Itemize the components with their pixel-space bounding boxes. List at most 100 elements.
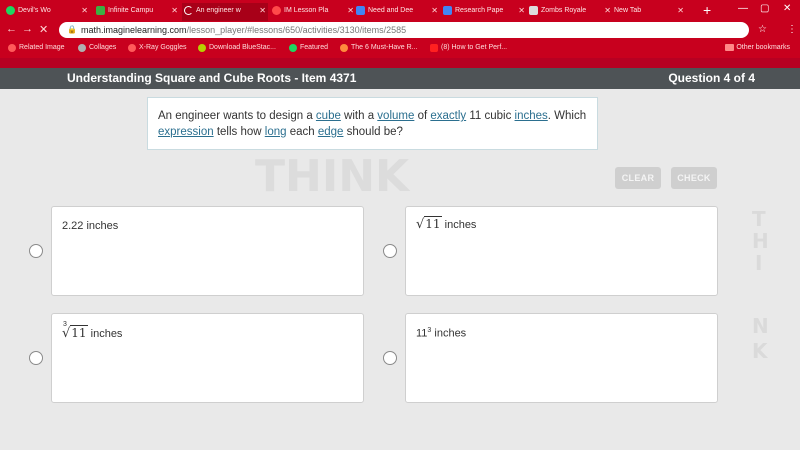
choice-a-unit: inches [83,220,119,232]
tab-label: IM Lesson Pla [284,7,329,14]
other-bookmarks-label: Other bookmarks [736,44,790,51]
minimize-icon[interactable]: — [738,3,748,14]
close-icon[interactable]: ✕ [677,6,684,15]
close-icon[interactable]: ✕ [347,6,354,15]
bookmark-icon [8,44,16,52]
choice-d-radio[interactable] [383,351,397,365]
zombs-icon [529,6,538,15]
browser-tab[interactable]: Research Pape ✕ [441,3,527,21]
browser-tab-active[interactable]: An engineer w ✕ [182,3,268,21]
vocab-link-volume[interactable]: volume [377,110,414,122]
prompt-text: each [286,126,318,138]
close-icon[interactable]: ✕ [518,6,525,15]
tab-label: An engineer w [196,7,241,14]
reload-icon[interactable]: ✕ [39,23,48,36]
maximize-icon[interactable]: ▢ [760,3,769,14]
prompt-text: of [414,110,431,122]
youtube-icon [430,44,438,52]
lesson-content: THINK T H I N K An engineer wants to des… [0,89,800,450]
bookmark-icon [78,44,86,52]
close-icon[interactable]: ✕ [259,6,266,15]
question-counter: Question 4 of 4 [668,71,755,85]
close-icon[interactable]: ✕ [171,6,178,15]
background-word: THINK [255,151,410,202]
campus-icon [96,6,105,15]
spotify-icon [6,6,15,15]
forward-icon[interactable]: → [22,23,33,35]
browser-tab[interactable]: Devil's Wo ✕ [4,3,90,21]
vocab-link-expression[interactable]: expression [158,126,214,138]
loading-icon [184,6,193,15]
close-window-icon[interactable]: ✕ [783,3,791,14]
prompt-text: 11 cubic [466,110,515,122]
bookmark-item[interactable]: The 6 Must-Have R... [340,44,418,52]
lesson-icon [272,6,281,15]
answer-choice-d[interactable]: 113 inches [405,313,718,403]
prompt-text: with a [340,110,378,122]
vocab-link-cube[interactable]: cube [316,110,341,122]
choice-d-unit: inches [431,327,467,340]
tab-label: New Tab [614,7,642,14]
choice-c-radicand: 11 [70,325,88,340]
bookmark-label: Related Image [19,44,65,51]
bookmark-icon [340,44,348,52]
new-tab-icon[interactable]: + [703,2,711,18]
bookmark-star-icon[interactable]: ☆ [758,24,767,35]
answer-choice-c[interactable]: 3 √11 inches [51,313,364,403]
folder-icon [725,44,735,51]
browser-tab-strip: Devil's Wo ✕ Infinite Campu ✕ An enginee… [0,0,800,21]
bookmark-item[interactable]: Collages [78,44,117,52]
address-bar-row: ← → ✕ 🔒 math.imaginelearning.com/lesson_… [0,21,800,39]
choice-a-value: 2.22 [62,220,84,232]
background-letter: H [752,229,769,253]
cube-root-expression: 3 √11 [62,321,88,341]
other-bookmarks[interactable]: Other bookmarks [725,44,790,51]
choice-c-radio[interactable] [29,351,43,365]
answer-choice-a[interactable]: 2.22 inches [51,206,364,296]
bookmark-item[interactable]: X-Ray Goggles [128,44,186,52]
clear-button[interactable]: CLEAR [615,167,661,189]
close-icon[interactable]: ✕ [431,6,438,15]
choice-a-radio[interactable] [29,244,43,258]
choice-d-base: 11 [416,327,428,340]
bookmark-item[interactable]: Featured [289,44,329,52]
choice-c-unit: inches [87,328,123,340]
vocab-link-inches[interactable]: inches [515,110,548,122]
bookmark-label: Featured [300,44,329,51]
tab-label: Devil's Wo [18,7,51,14]
browser-tab[interactable]: IM Lesson Pla ✕ [270,3,356,21]
question-prompt: An engineer wants to design a cube with … [147,97,598,150]
lesson-title: Understanding Square and Cube Roots - It… [67,71,357,85]
tab-label: Infinite Campu [108,7,154,14]
browser-tab[interactable]: Infinite Campu ✕ [94,3,180,21]
url-path: /lesson_player/#lessons/650/activities/3… [186,25,407,35]
browser-tab[interactable]: New Tab ✕ [600,3,686,21]
square-root-expression: √11 [416,216,442,232]
bookmark-label: (8) How to Get Perf... [441,44,508,51]
tab-label: Need and Dee [368,7,414,14]
choice-c-index: 3 [63,321,67,328]
bookmark-label: Collages [89,44,117,51]
prompt-text: . Which [547,110,587,122]
menu-icon[interactable]: ⋮ [787,24,797,35]
browser-tab[interactable]: Need and Dee ✕ [354,3,440,21]
bookmark-label: Download BlueStac... [209,44,276,51]
docs-icon [443,6,452,15]
vocab-link-edge[interactable]: edge [318,126,344,138]
back-icon[interactable]: ← [6,23,17,35]
prompt-text: should be? [343,126,403,138]
bookmark-item[interactable]: (8) How to Get Perf... [430,44,508,52]
prompt-text: An engineer wants to design a [158,110,316,122]
bookmark-item[interactable]: Related Image [8,44,65,52]
close-icon[interactable]: ✕ [81,6,88,15]
answer-choice-b[interactable]: √11 inches [405,206,718,296]
vocab-link-exactly[interactable]: exactly [430,110,466,122]
tab-label: Zombs Royale [541,7,587,14]
vocab-link-long[interactable]: long [265,126,287,138]
app-top-bar [0,58,800,68]
choice-b-radio[interactable] [383,244,397,258]
url-host: math.imaginelearning.com [81,25,187,35]
check-button[interactable]: CHECK [671,167,717,189]
url-field[interactable]: 🔒 math.imaginelearning.com/lesson_player… [59,22,749,38]
bookmark-item[interactable]: Download BlueStac... [198,44,276,52]
